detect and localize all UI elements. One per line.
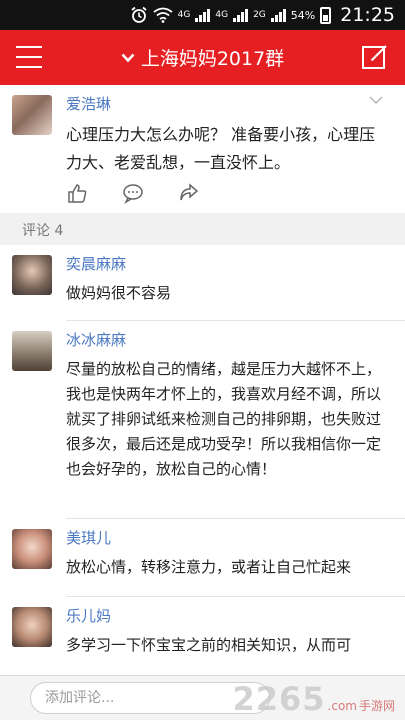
battery-icon (320, 6, 332, 24)
original-post: 爱浩琳 心理压力大怎么办呢？ 准备要小孩，心理压力大、老爱乱想，一直没怀上。 (0, 85, 405, 213)
page-title: 上海妈妈2017群 (140, 48, 285, 70)
comment-text: 做妈妈很不容易 (66, 284, 172, 302)
watermark-main: 2265 (232, 680, 326, 718)
commenter-avatar[interactable] (12, 255, 52, 295)
comment-text: 尽量的放松自己的情绪，越是压力大越怀不上，我也是快两年才怀上的，我喜欢月经不调，… (66, 360, 382, 478)
author-avatar[interactable] (12, 95, 52, 135)
commenter-avatar[interactable] (12, 607, 52, 647)
commenter-avatar[interactable] (12, 529, 52, 569)
list-item: 乐儿妈 多学习一下怀宝宝之前的相关知识，从而可 (0, 597, 405, 675)
group-selector[interactable]: 上海妈妈2017群 (0, 30, 405, 85)
clock-time: 21:25 (340, 4, 395, 26)
thread-content[interactable]: 爱浩琳 心理压力大怎么办呢？ 准备要小孩，心理压力大、老爱乱想，一直没怀上。 评… (0, 85, 405, 675)
watermark-label: 手游网 (358, 699, 395, 713)
comment-text: 多学习一下怀宝宝之前的相关知识，从而可 (66, 636, 352, 654)
commenter-name[interactable]: 乐儿妈 (66, 605, 111, 626)
battery-percent: 54% (290, 8, 316, 22)
list-item: 冰冰麻麻 尽量的放松自己的情绪，越是压力大越怀不上，我也是快两年才怀上的，我喜欢… (0, 321, 405, 519)
network-label-2: 4G (215, 10, 229, 20)
signal-icon-2 (233, 8, 249, 22)
status-bar: 4G 4G 2G 54% 21:25 (0, 0, 405, 30)
edit-icon[interactable] (361, 43, 389, 71)
comment-bar: 2265 .com 手游网 (0, 675, 405, 720)
commenter-name[interactable]: 冰冰麻麻 (66, 329, 126, 350)
commenter-name[interactable]: 美琪儿 (66, 527, 111, 548)
post-author[interactable]: 爱浩琳 (66, 93, 111, 114)
chevron-down-icon (121, 53, 135, 62)
watermark-sub: .com (327, 699, 357, 713)
site-watermark: 2265 .com 手游网 (232, 680, 395, 718)
comment-icon[interactable] (122, 182, 144, 204)
comment-text: 放松心情，转移注意力，或者让自己忙起来 (66, 558, 352, 576)
status-icons: 4G 4G 2G 54% 21:25 (130, 0, 395, 30)
title-bar: 上海妈妈2017群 (0, 30, 405, 85)
network-label-1: 4G (177, 10, 191, 20)
commenter-name[interactable]: 奕晨麻麻 (66, 253, 126, 274)
commenter-avatar[interactable] (12, 331, 52, 371)
list-item: 美琪儿 放松心情，转移注意力，或者让自己忙起来 (0, 519, 405, 597)
post-actions (66, 182, 200, 204)
share-icon[interactable] (178, 182, 200, 204)
signal-icon-1 (195, 8, 211, 22)
signal-icon-3 (270, 8, 286, 22)
chevron-down-icon[interactable] (369, 93, 383, 107)
comment-count: 评论 4 (22, 223, 64, 239)
wifi-icon (153, 7, 173, 23)
post-text: 心理压力大怎么办呢？ 准备要小孩，心理压力大、老爱乱想，一直没怀上。 (66, 125, 376, 172)
thumbs-up-icon[interactable] (66, 182, 88, 204)
list-item: 奕晨麻麻 做妈妈很不容易 (0, 245, 405, 321)
network-label-3: 2G (253, 10, 266, 20)
comments-header: 评论 4 (0, 213, 405, 245)
alarm-icon (131, 6, 147, 23)
comment-list: 奕晨麻麻 做妈妈很不容易 冰冰麻麻 尽量的放松自己的情绪，越是压力大越怀不上，我… (0, 245, 405, 675)
